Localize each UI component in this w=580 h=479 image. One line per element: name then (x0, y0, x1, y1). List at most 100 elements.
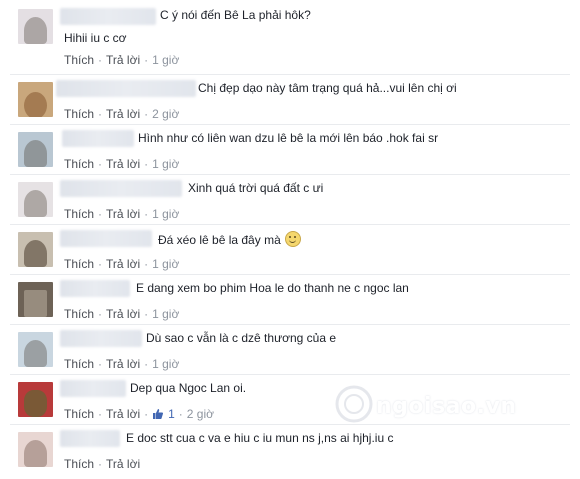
reply-link[interactable]: Trả lời (106, 257, 140, 271)
divider (10, 324, 570, 325)
comment-text: E dang xem bo phim Hoa le do thanh ne c … (136, 281, 409, 295)
thumbs-up-icon (153, 409, 164, 419)
comment-actions: Thích · Trả lời · 1 giờ (64, 157, 179, 171)
commenter-name-redacted[interactable] (56, 80, 196, 97)
avatar[interactable] (18, 132, 53, 167)
separator: · (98, 457, 103, 471)
divider (10, 74, 570, 75)
separator: · (144, 307, 149, 321)
comment-item: E dang xem bo phim Hoa le do thanh ne c … (0, 279, 580, 329)
comment-text: Đá xéo lê bê la đây mà (158, 231, 301, 247)
like-link[interactable]: Thích (64, 53, 94, 67)
reply-link[interactable]: Trả lời (106, 407, 140, 421)
comment-text: Xinh quá trời quá đất c ưi (188, 181, 324, 195)
separator: · (144, 407, 149, 421)
timestamp[interactable]: 2 giờ (187, 407, 214, 421)
like-link[interactable]: Thích (64, 407, 94, 421)
commenter-name-redacted[interactable] (62, 130, 134, 147)
reply-link[interactable]: Trả lời (106, 457, 140, 471)
comment-text: Chị đẹp dạo này tâm trạng quá hả...vui l… (198, 81, 457, 95)
like-link[interactable]: Thích (64, 207, 94, 221)
reply-link[interactable]: Trả lời (106, 307, 140, 321)
like-link[interactable]: Thích (64, 307, 94, 321)
commenter-name-redacted[interactable] (60, 430, 120, 447)
comment-actions: Thích · Trả lời · 1 · 2 giờ (64, 407, 214, 421)
separator: · (144, 257, 149, 271)
reply-link[interactable]: Trả lời (106, 157, 140, 171)
reply-link[interactable]: Trả lời (106, 357, 140, 371)
timestamp[interactable]: 1 giờ (152, 357, 179, 371)
like-link[interactable]: Thích (64, 107, 94, 121)
separator: · (144, 207, 149, 221)
separator: · (98, 407, 103, 421)
comment-item: Chị đẹp dạo này tâm trạng quá hả...vui l… (0, 79, 580, 129)
avatar[interactable] (18, 82, 53, 117)
timestamp[interactable]: 1 giờ (152, 207, 179, 221)
separator: · (144, 53, 149, 67)
comment-actions: Thích · Trả lời · 1 giờ (64, 207, 179, 221)
separator: · (98, 357, 103, 371)
comment-actions: Thích · Trả lời · 2 giờ (64, 107, 179, 121)
timestamp[interactable]: 1 giờ (152, 257, 179, 271)
timestamp[interactable]: 1 giờ (152, 53, 179, 67)
avatar[interactable] (18, 432, 53, 467)
timestamp[interactable]: 2 giờ (152, 107, 179, 121)
avatar[interactable] (18, 232, 53, 267)
comment-item: Dù sao c vẫn là c dzê thương của e Thích… (0, 329, 580, 379)
like-link[interactable]: Thích (64, 357, 94, 371)
avatar[interactable] (18, 9, 53, 44)
like-link[interactable]: Thích (64, 157, 94, 171)
like-link[interactable]: Thích (64, 257, 94, 271)
commenter-name-redacted[interactable] (60, 230, 152, 247)
like-link[interactable]: Thích (64, 457, 94, 471)
separator: · (98, 107, 103, 121)
separator: · (144, 357, 149, 371)
comment-item: Hình như có liên wan dzu lê bê la mới lê… (0, 129, 580, 179)
comment-text: Dep qua Ngoc Lan oi. (130, 381, 247, 395)
comment-actions: Thích · Trả lời (64, 457, 140, 471)
divider (10, 224, 570, 225)
divider (10, 424, 570, 425)
like-count[interactable]: 1 (152, 407, 175, 421)
comment-item: E doc stt cua c va e hiu c iu mun ns j,n… (0, 429, 580, 479)
reply-link[interactable]: Trả lời (106, 207, 140, 221)
commenter-name-redacted[interactable] (60, 330, 142, 347)
comment-item: Đá xéo lê bê la đây mà Thích · Trả lời · 1 g… (0, 229, 580, 279)
separator: · (98, 257, 103, 271)
separator: · (98, 53, 103, 67)
divider (10, 174, 570, 175)
separator: · (144, 107, 149, 121)
avatar[interactable] (18, 332, 53, 367)
reply-link[interactable]: Trả lời (106, 53, 140, 67)
comment-text: C ý nói đến Bê La phải hôk? (160, 8, 311, 22)
commenter-name-redacted[interactable] (60, 380, 126, 397)
comment-actions: Thích · Trả lời · 1 giờ (64, 357, 179, 371)
comment-item: Xinh quá trời quá đất c ưi Thích · Trả lời… (0, 179, 580, 229)
comment-actions: Thích · Trả lời · 1 giờ (64, 53, 179, 67)
divider (10, 374, 570, 375)
avatar[interactable] (18, 282, 53, 317)
separator: · (98, 307, 103, 321)
divider (10, 124, 570, 125)
separator: · (144, 157, 149, 171)
comment-text-line2: Hihii iu c cơ (64, 31, 127, 45)
commenter-name-redacted[interactable] (60, 180, 182, 197)
commenter-name-redacted[interactable] (60, 280, 130, 297)
comment-item: Dep qua Ngoc Lan oi. Thích · Trả lời · 1 · 2 g… (0, 379, 580, 429)
comment-text: Dù sao c vẫn là c dzê thương của e (146, 331, 337, 345)
timestamp[interactable]: 1 giờ (152, 157, 179, 171)
comment-text: E doc stt cua c va e hiu c iu mun ns j,n… (126, 431, 394, 445)
commenter-name-redacted[interactable] (60, 8, 156, 25)
separator: · (98, 157, 103, 171)
avatar[interactable] (18, 382, 53, 417)
timestamp[interactable]: 1 giờ (152, 307, 179, 321)
comment-text-body: Đá xéo lê bê la đây mà (158, 233, 281, 247)
comment-actions: Thích · Trả lời · 1 giờ (64, 257, 179, 271)
reply-link[interactable]: Trả lời (106, 107, 140, 121)
comment-actions: Thích · Trả lời · 1 giờ (64, 307, 179, 321)
like-count-value: 1 (168, 407, 175, 421)
divider (10, 274, 570, 275)
smile-emoji-icon (284, 231, 301, 247)
avatar[interactable] (18, 182, 53, 217)
comment-text: Hình như có liên wan dzu lê bê la mới lê… (138, 131, 439, 145)
